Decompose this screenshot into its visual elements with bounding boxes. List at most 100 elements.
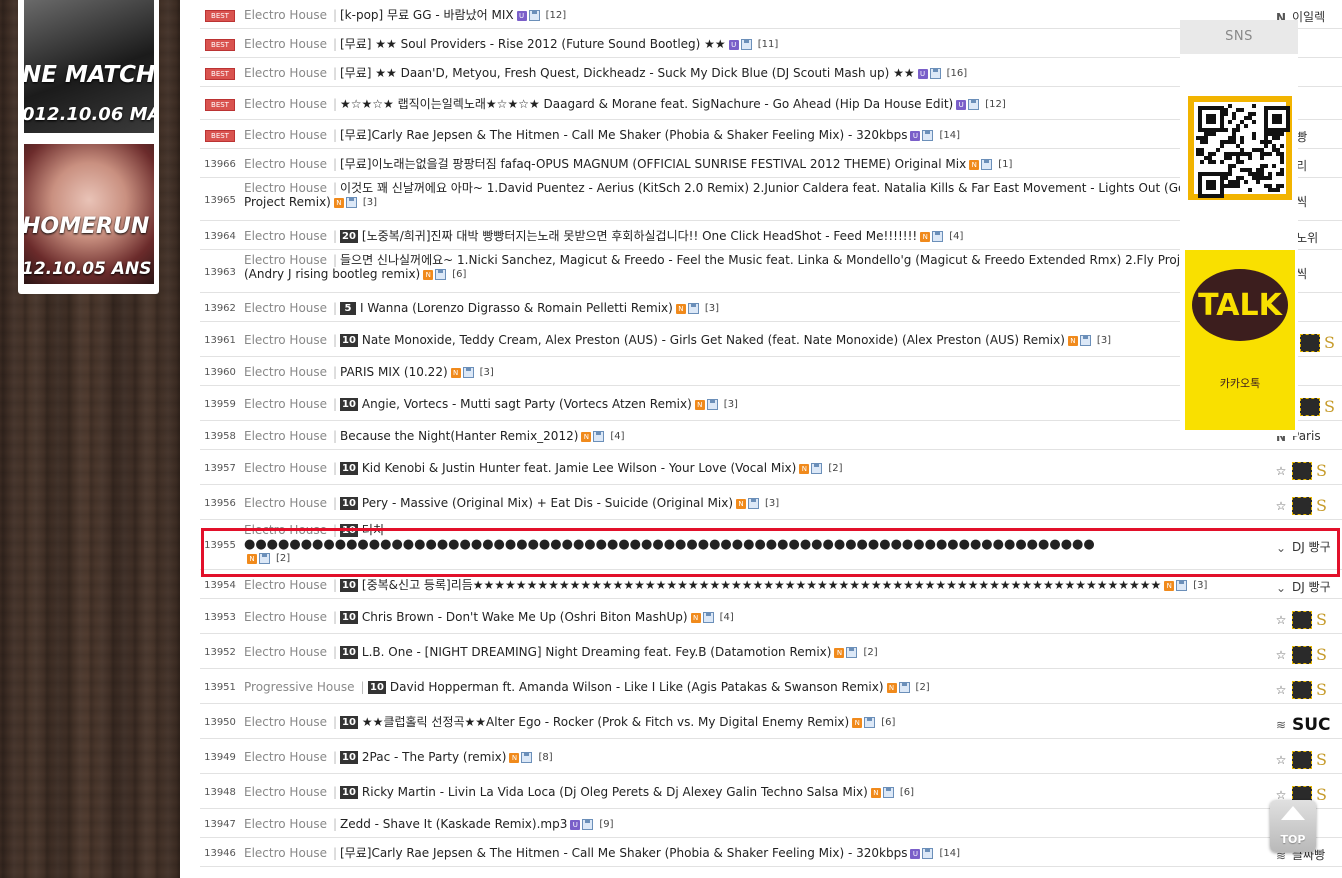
- table-row[interactable]: 13966 Electro House | [무료]이노래는없을걸 팡팡터짐 fafa…: [200, 149, 1342, 178]
- genre-label[interactable]: Electro House |: [244, 846, 343, 860]
- post-title[interactable]: 10 ★★클럽홀릭 선정곡★★Alter Ego - Rocker (Prok &…: [340, 715, 1262, 730]
- post-title[interactable]: 10 더치 ●●●●●●●●●●●●●●●●●●●●●●●●●●●●●●●●●●●●…: [244, 523, 1262, 564]
- genre-label[interactable]: Electro House |: [244, 496, 343, 510]
- comment-count[interactable]: [12]: [546, 10, 567, 21]
- post-title[interactable]: 이것도 꽤 신날꺼에요 아마~ 1.David Puentez - Aerius…: [244, 181, 1262, 209]
- comment-count[interactable]: [16]: [947, 68, 968, 79]
- genre-label[interactable]: Electro House |: [244, 229, 343, 243]
- comment-count[interactable]: [14]: [939, 130, 960, 141]
- genre-label[interactable]: Electro House |: [244, 128, 343, 142]
- post-title[interactable]: [무료] ★★ Daan'D, Metyou, Fresh Quest, Dic…: [340, 66, 1262, 81]
- table-row[interactable]: 13965 Electro House | 이것도 꽤 신날꺼에요 아마~ 1.Dav…: [200, 178, 1342, 221]
- comment-count[interactable]: [6]: [900, 787, 914, 798]
- genre-label[interactable]: Electro House |: [244, 610, 343, 624]
- table-row[interactable]: 13946 Electro House | [무료]Carly Rae Jepsen …: [200, 838, 1342, 867]
- comment-count[interactable]: [3]: [724, 399, 738, 410]
- author[interactable]: ☆ S: [1274, 496, 1342, 515]
- table-row[interactable]: BEST Electro House | ★☆★☆★ 랩직이는일렉노래★☆★☆★ Da…: [200, 87, 1342, 120]
- post-title[interactable]: 10 L.B. One - [NIGHT DREAMING] Night Drea…: [340, 645, 1262, 660]
- post-title[interactable]: ★☆★☆★ 랩직이는일렉노래★☆★☆★ Daagard & Morane fea…: [340, 97, 1262, 112]
- post-title[interactable]: 10 Chris Brown - Don't Wake Me Up (Oshri …: [340, 610, 1262, 625]
- comment-count[interactable]: [6]: [452, 269, 466, 280]
- table-row[interactable]: 13960 Electro House | PARIS MIX (10.22) N [3]…: [200, 357, 1342, 386]
- author[interactable]: ☆ S: [1274, 610, 1342, 629]
- post-title[interactable]: 20 [노중복/희귀]진짜 대박 빵빵터지는노래 못받으면 후회하실겁니다!! O…: [340, 229, 1262, 244]
- comment-count[interactable]: [9]: [599, 819, 613, 830]
- table-row[interactable]: BEST Electro House | [무료]Carly Rae Jepsen &…: [200, 120, 1342, 149]
- table-row[interactable]: 13962 Electro House | 5 I Wanna (Lorenzo Dig…: [200, 293, 1342, 322]
- author[interactable]: ≋ SUC: [1274, 715, 1342, 735]
- genre-label[interactable]: Electro House |: [244, 461, 343, 475]
- genre-label[interactable]: Electro House |: [244, 429, 343, 443]
- table-row[interactable]: 13949 Electro House | 10 2Pac - The Party (r…: [200, 739, 1342, 774]
- table-row[interactable]: 13964 Electro House | 20 [노중복/희귀]진짜 대박 빵빵터지는…: [200, 221, 1342, 250]
- post-title[interactable]: PARIS MIX (10.22) N [3]: [340, 365, 1262, 380]
- post-title[interactable]: [k-pop] 무료 GG - 바람났어 MIX U [12]: [340, 8, 1262, 23]
- genre-label[interactable]: Electro House |: [244, 181, 343, 195]
- genre-label[interactable]: Electro House |: [244, 37, 343, 51]
- table-row[interactable]: BEST Electro House | [k-pop] 무료 GG - 바람났어 M…: [200, 0, 1342, 29]
- comment-count[interactable]: [14]: [939, 848, 960, 859]
- table-row[interactable]: 13959 Electro House | 10 Angie, Vortecs - Mu…: [200, 386, 1342, 421]
- genre-label[interactable]: Electro House |: [244, 97, 343, 111]
- author[interactable]: S: [1300, 333, 1342, 352]
- post-title[interactable]: 5 I Wanna (Lorenzo Digrasso & Romain Pell…: [340, 301, 1262, 316]
- comment-count[interactable]: [2]: [828, 463, 842, 474]
- author[interactable]: S: [1300, 397, 1342, 416]
- comment-count[interactable]: [3]: [480, 367, 494, 378]
- genre-label[interactable]: Electro House |: [244, 301, 343, 315]
- comment-count[interactable]: [2]: [276, 553, 290, 564]
- table-row[interactable]: BEST Electro House | [무료] ★★ Daan'D, Metyou…: [200, 58, 1342, 87]
- table-row[interactable]: 13956 Electro House | 10 Pery - Massive (Ori…: [200, 485, 1342, 520]
- comment-count[interactable]: [4]: [720, 612, 734, 623]
- comment-count[interactable]: [8]: [538, 752, 552, 763]
- scroll-top-button[interactable]: TOP: [1270, 800, 1316, 852]
- event-banner-homerun[interactable]: HOMERUN 12.10.05 ANS: [24, 144, 154, 284]
- table-row[interactable]: BEST Electro House | [무료] ★★ Soul Providers…: [200, 29, 1342, 58]
- table-row[interactable]: 13957 Electro House | 10 Kid Kenobi & Justin…: [200, 450, 1342, 485]
- table-row[interactable]: 13952 Electro House | 10 L.B. One - [NIGHT D…: [200, 634, 1342, 669]
- author[interactable]: ⌄ DJ 빵구: [1274, 538, 1342, 555]
- author[interactable]: ☆ S: [1274, 680, 1342, 699]
- genre-label[interactable]: Electro House |: [244, 578, 343, 592]
- author[interactable]: ☆ S: [1274, 645, 1342, 664]
- comment-count[interactable]: [3]: [765, 498, 779, 509]
- genre-label[interactable]: Electro House |: [244, 397, 343, 411]
- table-row[interactable]: 13955 Electro House | 10 더치 ●●●●●●●●●●●●●●●●●…: [200, 520, 1342, 570]
- comment-count[interactable]: [4]: [610, 431, 624, 442]
- comment-count[interactable]: [11]: [758, 39, 779, 50]
- table-row[interactable]: 13951 Progressive House | 10 David Hopperman…: [200, 669, 1342, 704]
- table-row[interactable]: 13954 Electro House | 10 [중복&신고 등록]리듬★★★★★★★…: [200, 570, 1342, 599]
- post-title[interactable]: 들으면 신나실꺼에요~ 1.Nicki Sanchez, Magicut & F…: [244, 253, 1262, 281]
- genre-label[interactable]: Electro House |: [244, 365, 343, 379]
- genre-label[interactable]: Electro House |: [244, 645, 343, 659]
- comment-count[interactable]: [2]: [916, 682, 930, 693]
- table-row[interactable]: 13961 Electro House | 10 Nate Monoxide, Tedd…: [200, 322, 1342, 357]
- event-banner-match[interactable]: NE MATCH 012.10.06 MA: [24, 0, 154, 133]
- kakaotalk-link[interactable]: TALK 카카오톡: [1185, 250, 1295, 430]
- comment-count[interactable]: [3]: [363, 197, 377, 208]
- genre-label[interactable]: Electro House |: [244, 785, 343, 799]
- genre-label[interactable]: Electro House |: [244, 8, 343, 22]
- post-title[interactable]: [무료]Carly Rae Jepsen & The Hitmen - Call…: [340, 846, 1262, 861]
- author[interactable]: ⌄ DJ 빵구: [1274, 578, 1342, 595]
- post-title[interactable]: 10 2Pac - The Party (remix) N [8]: [340, 750, 1262, 765]
- post-title[interactable]: [무료] ★★ Soul Providers - Rise 2012 (Futu…: [340, 37, 1262, 52]
- post-title[interactable]: 10 Ricky Martin - Livin La Vida Loca (Dj …: [340, 785, 1262, 800]
- post-title[interactable]: 10 Angie, Vortecs - Mutti sagt Party (Vor…: [340, 397, 1262, 412]
- genre-label[interactable]: Electro House |: [244, 715, 343, 729]
- genre-label[interactable]: Progressive House |: [244, 680, 371, 694]
- genre-label[interactable]: Electro House |: [244, 817, 343, 831]
- comment-count[interactable]: [6]: [881, 717, 895, 728]
- post-title[interactable]: 10 David Hopperman ft. Amanda Wilson - Li…: [368, 680, 1262, 695]
- post-title[interactable]: 10 [중복&신고 등록]리듬★★★★★★★★★★★★★★★★★★★★★★★★★★…: [340, 578, 1262, 593]
- post-title[interactable]: 10 Nate Monoxide, Teddy Cream, Alex Prest…: [340, 333, 1262, 348]
- table-row[interactable]: 13947 Electro House | Zedd - Shave It (Kask…: [200, 809, 1342, 838]
- table-row[interactable]: 13950 Electro House | 10 ★★클럽홀릭 선정곡★★Alter E…: [200, 704, 1342, 739]
- post-title[interactable]: 10 Kid Kenobi & Justin Hunter feat. Jamie…: [340, 461, 1262, 476]
- qr-code[interactable]: [1188, 96, 1292, 200]
- comment-count[interactable]: [2]: [863, 647, 877, 658]
- author[interactable]: ☆ S: [1274, 461, 1342, 480]
- genre-label[interactable]: Electro House |: [244, 157, 343, 171]
- post-title[interactable]: Because the Night(Hanter Remix_2012) N [4]: [340, 429, 1262, 444]
